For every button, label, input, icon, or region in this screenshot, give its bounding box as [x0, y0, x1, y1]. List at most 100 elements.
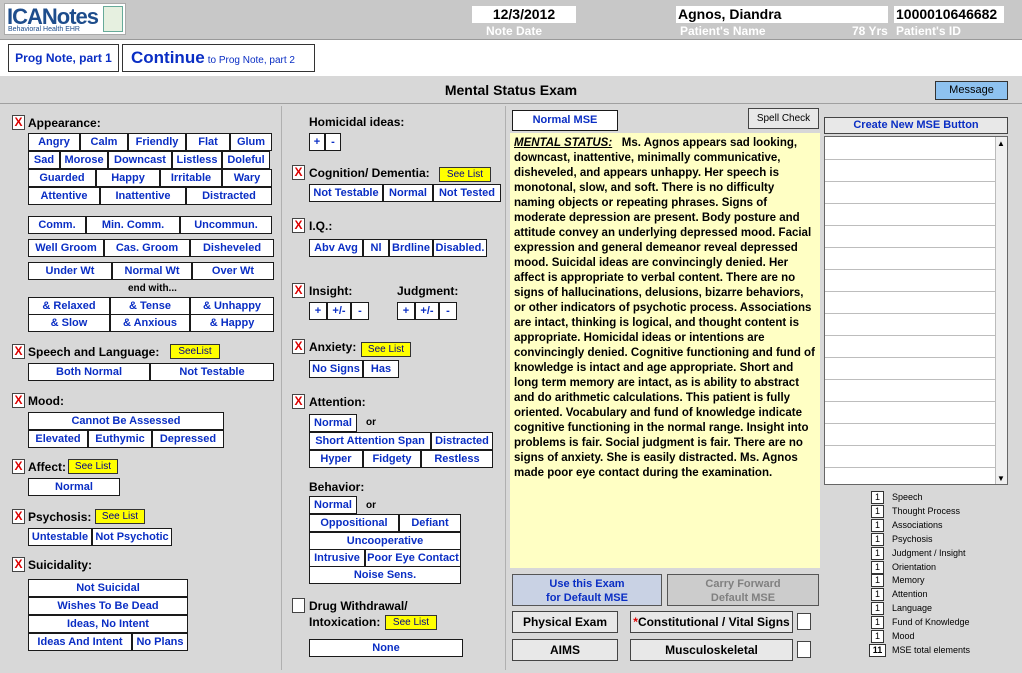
- iq-opt-0[interactable]: Abv Avg: [309, 239, 363, 257]
- suicidality-opt-0[interactable]: Not Suicidal: [28, 579, 188, 597]
- mse-note-text[interactable]: MENTAL STATUS: Ms. Agnos appears sad loo…: [510, 133, 820, 568]
- mse-list-row[interactable]: [825, 335, 995, 336]
- mse-list-row[interactable]: [825, 467, 995, 468]
- anxiety-checkbox[interactable]: X: [292, 339, 305, 354]
- drug-opt-0[interactable]: None: [309, 639, 463, 657]
- judgment-opt-1[interactable]: +/-: [415, 302, 439, 320]
- appearance-opt-b-3[interactable]: Listless: [172, 151, 222, 169]
- behavior-opt-0[interactable]: Normal: [309, 496, 357, 514]
- cognition-opt-0[interactable]: Not Testable: [309, 184, 383, 202]
- judgment-opt-2[interactable]: -: [439, 302, 457, 320]
- mse-list-row[interactable]: [825, 313, 995, 314]
- appearance-opt-c-1[interactable]: Happy: [96, 169, 160, 187]
- appearance-opt-b-0[interactable]: Sad: [28, 151, 60, 169]
- appearance-opt-b-4[interactable]: Doleful: [222, 151, 270, 169]
- attention-opt-5[interactable]: Restless: [421, 450, 493, 468]
- prog-note-part1-button[interactable]: Prog Note, part 1: [8, 44, 119, 72]
- affect-see-list[interactable]: See List: [68, 459, 118, 474]
- anxiety-opt-0[interactable]: No Signs: [309, 360, 363, 378]
- appearance-opt-b-2[interactable]: Downcast: [108, 151, 172, 169]
- appearance-opt-f-1[interactable]: Cas. Groom: [104, 239, 190, 257]
- use-exam-default-button[interactable]: Use this Exam for Default MSE: [512, 574, 662, 606]
- mse-list-row[interactable]: [825, 445, 995, 446]
- insight-checkbox[interactable]: X: [292, 283, 305, 298]
- behavior-opt-2[interactable]: Defiant: [399, 514, 461, 532]
- appearance-opt-d-2[interactable]: Distracted: [186, 187, 272, 205]
- appearance-opt-g-0[interactable]: Under Wt: [28, 262, 112, 280]
- insight-opt-1[interactable]: +/-: [327, 302, 351, 320]
- behavior-opt-6[interactable]: Noise Sens.: [309, 566, 461, 584]
- appearance-opt-g-1[interactable]: Normal Wt: [112, 262, 192, 280]
- mse-list-row[interactable]: [825, 291, 995, 292]
- mood-opt-0[interactable]: Cannot Be Assessed: [28, 412, 224, 430]
- scroll-up-icon[interactable]: ▲: [997, 139, 1005, 148]
- mood-checkbox[interactable]: X: [12, 393, 25, 408]
- attention-opt-1[interactable]: Short Attention Span: [309, 432, 431, 450]
- appearance-opt-a-4[interactable]: Glum: [230, 133, 272, 151]
- mse-list-row[interactable]: [825, 269, 995, 270]
- attention-checkbox[interactable]: X: [292, 394, 305, 409]
- mse-list-row[interactable]: [825, 401, 995, 402]
- appearance-opt-i-1[interactable]: & Anxious: [110, 314, 190, 332]
- iq-opt-3[interactable]: Disabled.: [433, 239, 487, 257]
- attention-opt-0[interactable]: Normal: [309, 414, 357, 432]
- appearance-opt-f-0[interactable]: Well Groom: [28, 239, 104, 257]
- mse-list-row[interactable]: [825, 423, 995, 424]
- speech-see-list[interactable]: SeeList: [170, 344, 220, 359]
- appearance-opt-c-3[interactable]: Wary: [222, 169, 272, 187]
- behavior-opt-5[interactable]: Poor Eye Contact: [365, 549, 461, 567]
- iq-opt-2[interactable]: Brdline: [389, 239, 433, 257]
- homicidal-opt-0[interactable]: +: [309, 133, 325, 151]
- appearance-opt-d-0[interactable]: Attentive: [28, 187, 100, 205]
- mse-list-row[interactable]: [825, 159, 995, 160]
- insight-opt-2[interactable]: -: [351, 302, 369, 320]
- suicidality-opt-2[interactable]: Ideas, No Intent: [28, 615, 188, 633]
- insight-opt-0[interactable]: +: [309, 302, 327, 320]
- constitutional-button[interactable]: *Constitutional / Vital Signs: [630, 611, 793, 633]
- speech-opt-0[interactable]: Both Normal: [28, 363, 150, 381]
- mse-button-list[interactable]: [824, 136, 1008, 485]
- cognition-checkbox[interactable]: X: [292, 165, 305, 180]
- appearance-opt-g-2[interactable]: Over Wt: [192, 262, 274, 280]
- appearance-opt-a-3[interactable]: Flat: [186, 133, 230, 151]
- physical-exam-button[interactable]: Physical Exam: [512, 611, 618, 633]
- constitutional-checkbox[interactable]: [797, 613, 811, 630]
- appearance-opt-a-0[interactable]: Angry: [28, 133, 80, 151]
- suicidality-opt-4[interactable]: No Plans: [132, 633, 188, 651]
- cognition-see-list[interactable]: See List: [439, 167, 491, 182]
- iq-opt-1[interactable]: Nl: [363, 239, 389, 257]
- suicidality-checkbox[interactable]: X: [12, 557, 25, 572]
- behavior-opt-3[interactable]: Uncooperative: [309, 532, 461, 550]
- appearance-opt-i-0[interactable]: & Slow: [28, 314, 110, 332]
- appearance-opt-a-2[interactable]: Friendly: [128, 133, 186, 151]
- attention-opt-3[interactable]: Hyper: [309, 450, 363, 468]
- attention-opt-4[interactable]: Fidgety: [363, 450, 421, 468]
- mood-opt-1[interactable]: Elevated: [28, 430, 88, 448]
- appearance-opt-i-2[interactable]: & Happy: [190, 314, 274, 332]
- affect-opt-0[interactable]: Normal: [28, 478, 120, 496]
- aims-button[interactable]: AIMS: [512, 639, 618, 661]
- mse-list-row[interactable]: [825, 225, 995, 226]
- mse-list-row[interactable]: [825, 181, 995, 182]
- suicidality-opt-1[interactable]: Wishes To Be Dead: [28, 597, 188, 615]
- appearance-opt-d-1[interactable]: Inattentive: [100, 187, 186, 205]
- carry-forward-button[interactable]: Carry Forward Default MSE: [667, 574, 819, 606]
- iq-checkbox[interactable]: X: [292, 218, 305, 233]
- appearance-opt-e-0[interactable]: Comm.: [28, 216, 86, 234]
- suicidality-opt-3[interactable]: Ideas And Intent: [28, 633, 132, 651]
- create-mse-button[interactable]: Create New MSE Button: [824, 117, 1008, 134]
- appearance-opt-h-2[interactable]: & Unhappy: [190, 297, 274, 315]
- appearance-opt-c-2[interactable]: Irritable: [160, 169, 222, 187]
- message-button[interactable]: Message: [935, 81, 1008, 100]
- cognition-opt-1[interactable]: Normal: [383, 184, 433, 202]
- appearance-opt-e-2[interactable]: Uncommun.: [180, 216, 272, 234]
- psychosis-opt-0[interactable]: Untestable: [28, 528, 92, 546]
- judgment-opt-0[interactable]: +: [397, 302, 415, 320]
- musculoskeletal-button[interactable]: Musculoskeletal: [630, 639, 793, 661]
- continue-button[interactable]: Continue to Prog Note, part 2: [122, 44, 315, 72]
- appearance-opt-a-1[interactable]: Calm: [80, 133, 128, 151]
- homicidal-opt-1[interactable]: -: [325, 133, 341, 151]
- anxiety-opt-1[interactable]: Has: [363, 360, 399, 378]
- psychosis-opt-1[interactable]: Not Psychotic: [92, 528, 172, 546]
- cognition-opt-2[interactable]: Not Tested: [433, 184, 501, 202]
